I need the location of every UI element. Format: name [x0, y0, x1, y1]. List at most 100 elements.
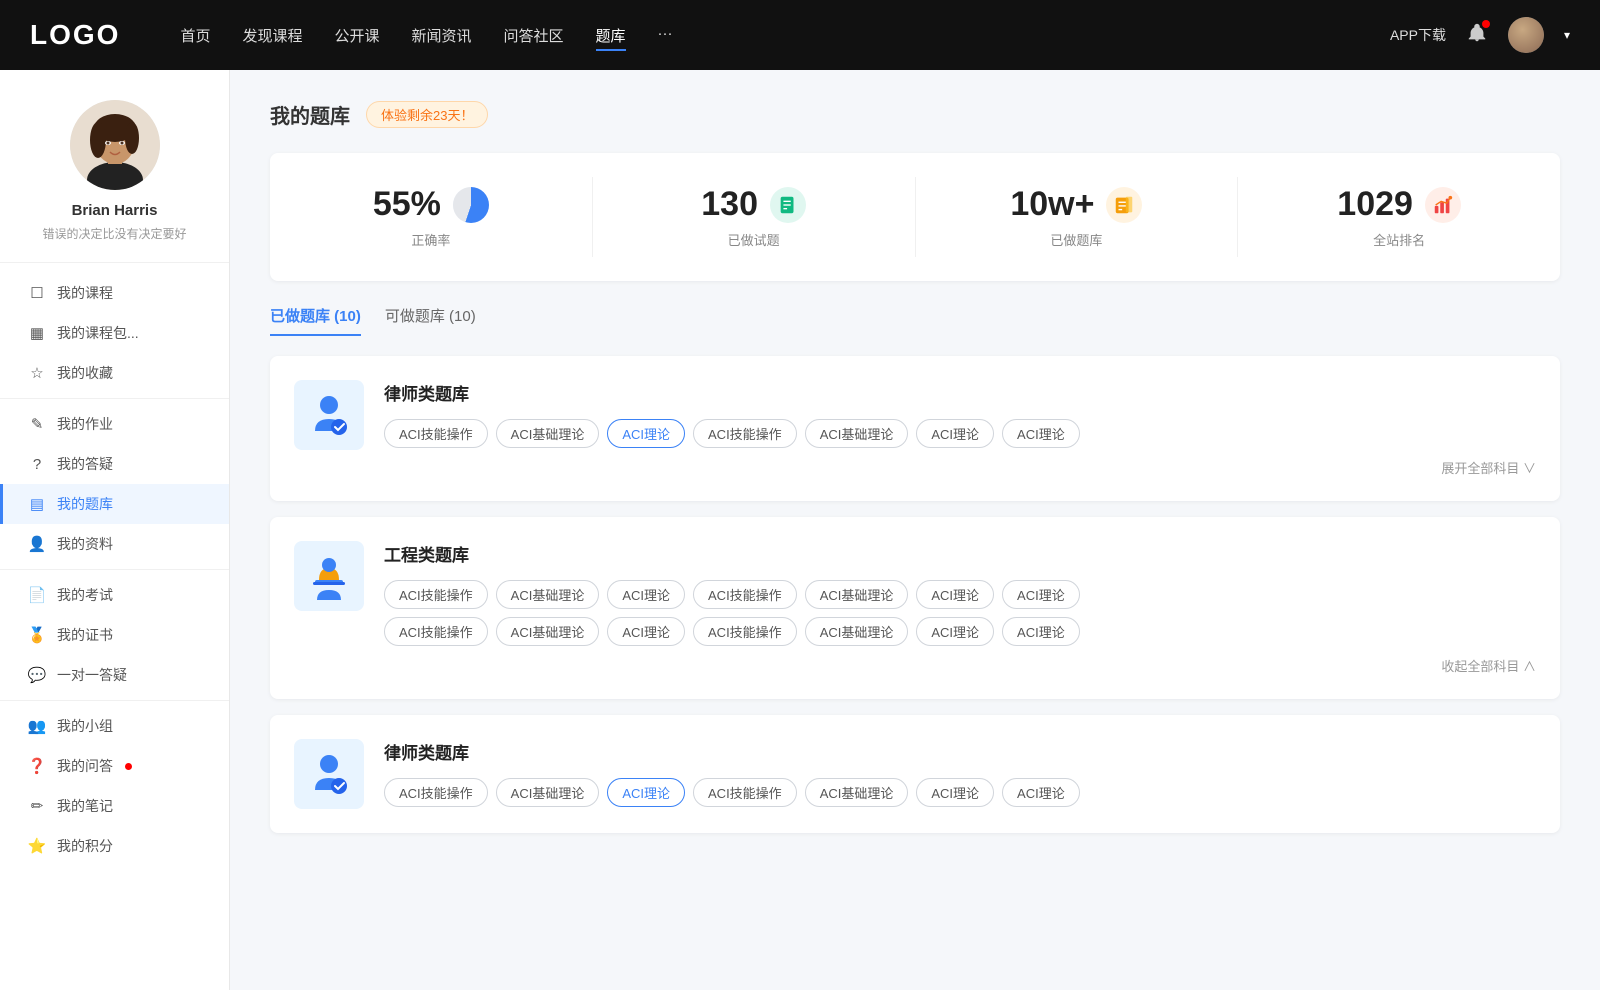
- 1on1-icon: 💬: [27, 666, 47, 684]
- tag-eng-r2-6[interactable]: ACI理论: [916, 617, 994, 646]
- collapse-engineer[interactable]: 收起全部科目 ∧: [384, 656, 1536, 675]
- tag-lawyer1-7[interactable]: ACI理论: [1002, 419, 1080, 448]
- correct-rate-icon: [453, 187, 489, 223]
- sidebar-item-homework[interactable]: ✎ 我的作业: [0, 404, 229, 444]
- tag-eng-r1-2[interactable]: ACI基础理论: [496, 580, 600, 609]
- sidebar-item-mycourse[interactable]: ☐ 我的课程: [0, 273, 229, 313]
- tag-eng-r1-6[interactable]: ACI理论: [916, 580, 994, 609]
- bank-card-lawyer-2: 律师类题库 ACI技能操作 ACI基础理论 ACI理论 ACI技能操作 ACI基…: [270, 715, 1560, 833]
- bank-name-engineer: 工程类题库: [384, 541, 1536, 566]
- stat-site-rank: 1029 全站排名: [1238, 177, 1560, 257]
- nav-home[interactable]: 首页: [180, 25, 210, 46]
- page-layout: Brian Harris 错误的决定比没有决定要好 ☐ 我的课程 ▦ 我的课程包…: [0, 70, 1600, 990]
- sidebar-item-profile[interactable]: 👤 我的资料: [0, 524, 229, 564]
- tag-lawyer2-7[interactable]: ACI理论: [1002, 778, 1080, 807]
- nav-discover[interactable]: 发现课程: [242, 25, 302, 46]
- tag-lawyer2-2[interactable]: ACI基础理论: [496, 778, 600, 807]
- tab-available-banks[interactable]: 可做题库 (10): [385, 305, 476, 336]
- tag-lawyer2-1[interactable]: ACI技能操作: [384, 778, 488, 807]
- tag-eng-r1-1[interactable]: ACI技能操作: [384, 580, 488, 609]
- questions-done-value: 130: [701, 185, 758, 224]
- banks-done-icon: [1106, 187, 1142, 223]
- logo[interactable]: LOGO: [30, 19, 120, 51]
- mycourse-icon: ☐: [27, 284, 47, 302]
- tag-lawyer2-4[interactable]: ACI技能操作: [693, 778, 797, 807]
- expand-lawyer-1[interactable]: 展开全部科目 ∨: [384, 458, 1536, 477]
- sidebar-menu: ☐ 我的课程 ▦ 我的课程包... ☆ 我的收藏 ✎ 我的作业 ? 我的答疑 ▤: [0, 273, 229, 866]
- tag-eng-r2-1[interactable]: ACI技能操作: [384, 617, 488, 646]
- user-avatar[interactable]: [1508, 17, 1544, 53]
- tag-eng-r1-4[interactable]: ACI技能操作: [693, 580, 797, 609]
- site-rank-icon: [1425, 187, 1461, 223]
- sidebar-item-1on1[interactable]: 💬 一对一答疑: [0, 655, 229, 695]
- tag-eng-r1-7[interactable]: ACI理论: [1002, 580, 1080, 609]
- sidebar-item-questionbank[interactable]: ▤ 我的题库: [0, 484, 229, 524]
- favorites-icon: ☆: [27, 364, 47, 382]
- bank-tags-lawyer-2: ACI技能操作 ACI基础理论 ACI理论 ACI技能操作 ACI基础理论 AC…: [384, 778, 1536, 807]
- tag-lawyer1-6[interactable]: ACI理论: [916, 419, 994, 448]
- sidebar-item-qa[interactable]: ? 我的答疑: [0, 444, 229, 484]
- questions-done-label: 已做试题: [728, 230, 780, 249]
- bank-name-lawyer-2: 律师类题库: [384, 739, 1536, 764]
- myqa-icon: ❓: [27, 757, 47, 775]
- tag-eng-r2-5[interactable]: ACI基础理论: [805, 617, 909, 646]
- tag-lawyer2-5[interactable]: ACI基础理论: [805, 778, 909, 807]
- tag-eng-r2-3[interactable]: ACI理论: [607, 617, 685, 646]
- tag-lawyer1-2[interactable]: ACI基础理论: [496, 419, 600, 448]
- notification-dot: [1482, 20, 1490, 28]
- certificate-icon: 🏅: [27, 626, 47, 644]
- sidebar-item-notes[interactable]: ✏ 我的笔记: [0, 786, 229, 826]
- engineer-icon-wrap: [294, 541, 364, 611]
- nav-news[interactable]: 新闻资讯: [412, 25, 472, 46]
- questionbank-icon: ▤: [27, 495, 47, 513]
- nav-more[interactable]: ···: [658, 25, 673, 46]
- tab-done-banks[interactable]: 已做题库 (10): [270, 305, 361, 336]
- tag-eng-r2-7[interactable]: ACI理论: [1002, 617, 1080, 646]
- sidebar-item-coursepack[interactable]: ▦ 我的课程包...: [0, 313, 229, 353]
- trial-badge: 体验剩余23天！: [366, 101, 488, 128]
- sidebar-user-tagline: 错误的决定比没有决定要好: [20, 225, 209, 242]
- sidebar-item-points[interactable]: ⭐ 我的积分: [0, 826, 229, 866]
- sidebar-item-certificate[interactable]: 🏅 我的证书: [0, 615, 229, 655]
- sidebar-item-exam[interactable]: 📄 我的考试: [0, 575, 229, 615]
- tag-eng-r2-2[interactable]: ACI基础理论: [496, 617, 600, 646]
- user-menu-chevron[interactable]: ▾: [1564, 28, 1570, 42]
- bank-name-lawyer-1: 律师类题库: [384, 380, 1536, 405]
- nav-links: 首页 发现课程 公开课 新闻资讯 问答社区 题库 ···: [180, 25, 1390, 46]
- nav-questionbank[interactable]: 题库: [596, 25, 626, 46]
- sidebar-item-favorites[interactable]: ☆ 我的收藏: [0, 353, 229, 393]
- page-title: 我的题库: [270, 100, 350, 129]
- nav-qa[interactable]: 问答社区: [504, 25, 564, 46]
- stat-correct-rate: 55% 正确率: [270, 177, 593, 257]
- tag-lawyer1-4[interactable]: ACI技能操作: [693, 419, 797, 448]
- sidebar-item-myqa[interactable]: ❓ 我的问答: [0, 746, 229, 786]
- correct-rate-value: 55%: [373, 185, 441, 224]
- exam-icon: 📄: [27, 586, 47, 604]
- site-rank-value: 1029: [1337, 185, 1413, 224]
- notification-bell[interactable]: [1466, 22, 1488, 49]
- questions-done-icon: [770, 187, 806, 223]
- bank-card-lawyer-1: 律师类题库 ACI技能操作 ACI基础理论 ACI理论 ACI技能操作 ACI基…: [270, 356, 1560, 501]
- tag-lawyer1-1[interactable]: ACI技能操作: [384, 419, 488, 448]
- app-download-button[interactable]: APP下载: [1390, 25, 1446, 45]
- avatar-image: [1508, 17, 1544, 53]
- points-icon: ⭐: [27, 837, 47, 855]
- sidebar-profile: Brian Harris 错误的决定比没有决定要好: [0, 100, 229, 263]
- coursepack-icon: ▦: [27, 324, 47, 342]
- tag-lawyer1-5[interactable]: ACI基础理论: [805, 419, 909, 448]
- homework-icon: ✎: [27, 415, 47, 433]
- main-content: 我的题库 体验剩余23天！ 55% 正确率 130: [230, 70, 1600, 990]
- profile-icon: 👤: [27, 535, 47, 553]
- bank-tags-lawyer-1: ACI技能操作 ACI基础理论 ACI理论 ACI技能操作 ACI基础理论 AC…: [384, 419, 1536, 448]
- tag-eng-r1-3[interactable]: ACI理论: [607, 580, 685, 609]
- stats-row: 55% 正确率 130: [270, 153, 1560, 281]
- stat-banks-done: 10w+ 已做题库: [916, 177, 1239, 257]
- tag-eng-r1-5[interactable]: ACI基础理论: [805, 580, 909, 609]
- sidebar-item-group[interactable]: 👥 我的小组: [0, 706, 229, 746]
- tag-lawyer2-6[interactable]: ACI理论: [916, 778, 994, 807]
- tag-lawyer1-3[interactable]: ACI理论: [607, 419, 685, 448]
- nav-opencourse[interactable]: 公开课: [334, 25, 379, 46]
- tag-lawyer2-3[interactable]: ACI理论: [607, 778, 685, 807]
- sidebar-user-name: Brian Harris: [20, 202, 209, 219]
- tag-eng-r2-4[interactable]: ACI技能操作: [693, 617, 797, 646]
